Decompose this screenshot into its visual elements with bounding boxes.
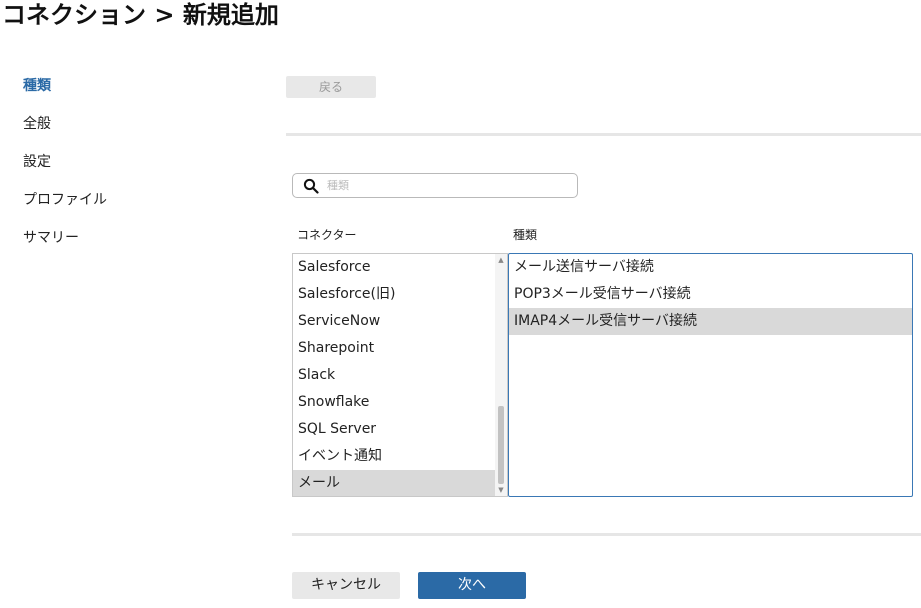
connector-item[interactable]: SQL Server: [293, 416, 496, 443]
connector-item[interactable]: Salesforce(旧): [293, 281, 496, 308]
step-profile[interactable]: プロファイル: [23, 190, 223, 228]
divider: [292, 533, 921, 536]
connector-item[interactable]: Snowflake: [293, 389, 496, 416]
kind-item-selected[interactable]: IMAP4メール受信サーバ接続: [509, 308, 912, 335]
step-summary[interactable]: サマリー: [23, 228, 223, 266]
connector-list[interactable]: Salesforce Salesforce(旧) ServiceNow Shar…: [292, 253, 508, 497]
connector-item[interactable]: Sharepoint: [293, 335, 496, 362]
connector-item[interactable]: Slack: [293, 362, 496, 389]
connector-item[interactable]: ServiceNow: [293, 308, 496, 335]
connector-item-selected[interactable]: メール: [293, 470, 496, 496]
kind-list[interactable]: メール送信サーバ接続 POP3メール受信サーバ接続 IMAP4メール受信サーバ接…: [508, 253, 913, 497]
cancel-button[interactable]: キャンセル: [292, 572, 400, 599]
connector-column-header: コネクター: [297, 228, 357, 242]
divider: [286, 133, 921, 136]
wizard-step-nav: 種類 全般 設定 プロファイル サマリー: [23, 76, 223, 266]
next-button[interactable]: 次へ: [418, 572, 526, 599]
connector-item[interactable]: イベント通知: [293, 443, 496, 470]
step-general[interactable]: 全般: [23, 114, 223, 152]
step-kind[interactable]: 種類: [23, 76, 223, 114]
kind-item[interactable]: メール送信サーバ接続: [509, 254, 912, 281]
search-field[interactable]: [292, 173, 578, 198]
back-button[interactable]: 戻る: [286, 76, 376, 98]
scrollbar-thumb[interactable]: [498, 406, 504, 484]
scroll-up-arrow-icon[interactable]: ▲: [497, 256, 505, 264]
scroll-down-arrow-icon[interactable]: ▼: [497, 486, 505, 494]
search-icon: [303, 178, 319, 194]
kind-column-header: 種類: [513, 228, 538, 242]
page-title: コネクション > 新規追加: [2, 1, 279, 29]
step-settings[interactable]: 設定: [23, 152, 223, 190]
connector-item[interactable]: Salesforce: [293, 254, 496, 281]
kind-item[interactable]: POP3メール受信サーバ接続: [509, 281, 912, 308]
search-input[interactable]: [327, 177, 567, 194]
connector-list-scrollbar[interactable]: ▲ ▼: [495, 254, 507, 496]
